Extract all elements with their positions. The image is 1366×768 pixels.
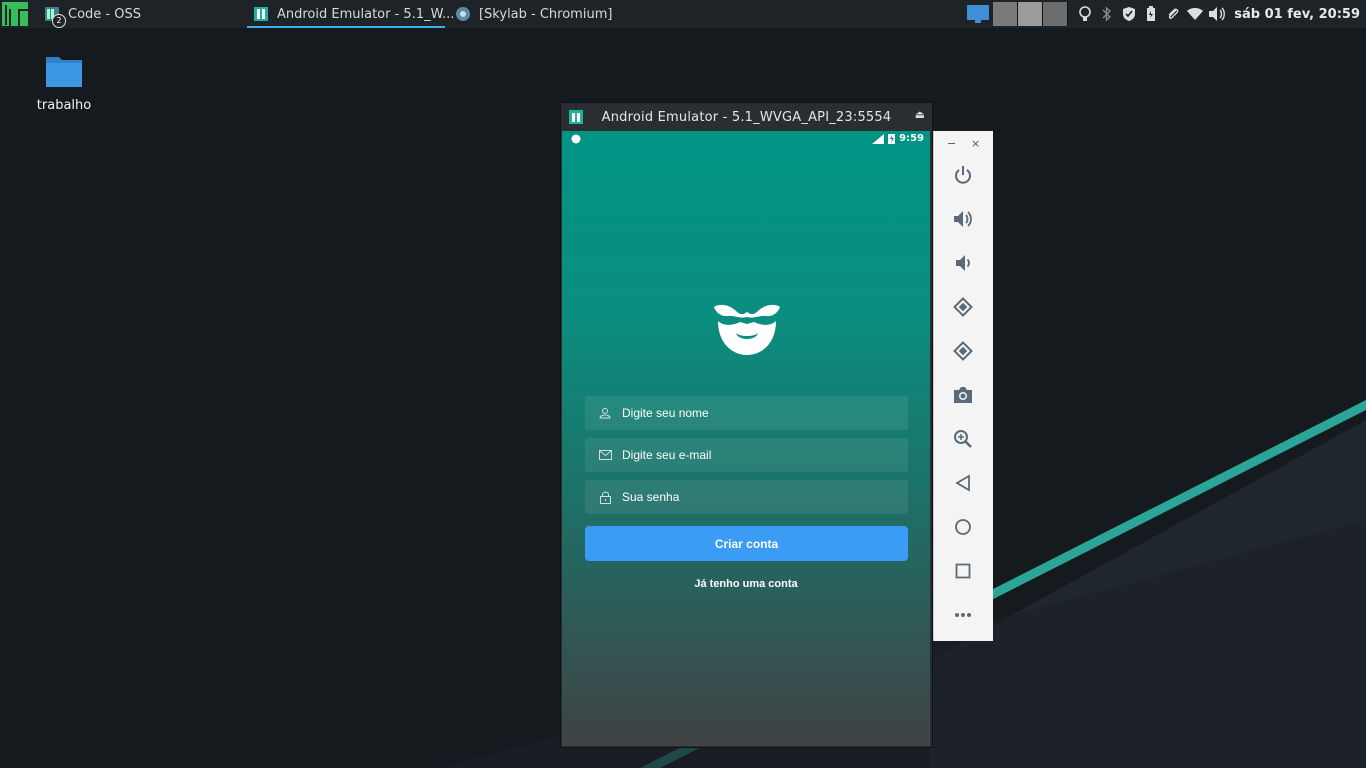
code-oss-icon: 2 (44, 6, 66, 28)
emulator-window: Android Emulator - 5.1_WVGA_API_23:5554 … (560, 102, 933, 748)
task-badge: 2 (52, 14, 66, 28)
task-label: [Skylab - Chromium] (478, 6, 613, 22)
battery-charging-icon (888, 134, 896, 144)
email-input[interactable] (622, 448, 872, 462)
back-icon (955, 474, 970, 492)
overview-icon (955, 563, 971, 579)
name-input[interactable] (622, 406, 872, 420)
window-title: Android Emulator - 5.1_WVGA_API_23:5554 (601, 109, 892, 125)
already-have-account-link[interactable]: Já tenho uma conta (562, 578, 930, 590)
clock[interactable]: sáb 01 fev, 20:59 (1228, 7, 1366, 22)
task-label: Code - OSS (68, 6, 141, 22)
lock-icon (598, 490, 612, 504)
volume-icon[interactable] (1206, 0, 1228, 28)
more-options-button[interactable] (951, 603, 975, 627)
workspace-pager[interactable] (993, 2, 1069, 26)
minimize-button[interactable]: − (947, 137, 956, 150)
android-screen: 9:59 Criar conta Já tenh (562, 131, 930, 746)
folder-icon (46, 57, 82, 87)
power-button[interactable] (951, 163, 975, 187)
clipboard-icon[interactable] (1162, 0, 1184, 28)
workspace-2[interactable] (1018, 2, 1044, 26)
task-chromium[interactable]: [Skylab - Chromium] (449, 0, 618, 28)
taskbar: 2 Code - OSS Android Emulator - 5.1_W...… (0, 0, 1366, 28)
task-code-oss[interactable]: 2 Code - OSS (38, 0, 147, 28)
desktop-folder-trabalho[interactable]: trabalho (28, 54, 100, 113)
email-field[interactable] (585, 438, 908, 472)
volume-down-button[interactable] (951, 251, 975, 275)
password-field[interactable] (585, 480, 908, 514)
rotate-right-icon (953, 341, 973, 361)
home-icon (955, 519, 971, 535)
close-button[interactable]: × (971, 137, 980, 150)
rotate-right-button[interactable] (951, 339, 975, 363)
chromium-icon (455, 6, 471, 22)
power-icon (955, 166, 971, 184)
workspace-3[interactable] (1043, 2, 1069, 26)
bluetooth-icon[interactable] (1096, 0, 1118, 28)
battery-icon[interactable] (1140, 0, 1162, 28)
volume-down-icon (956, 255, 970, 271)
shield-icon[interactable] (1118, 0, 1140, 28)
application-menu-button[interactable] (0, 0, 30, 28)
emulator-toolbar: − × (933, 131, 993, 641)
android-notification-icon (571, 134, 581, 147)
workspace-1[interactable] (993, 2, 1019, 26)
zoom-icon (954, 430, 972, 448)
task-android-emulator[interactable]: Android Emulator - 5.1_W... (246, 0, 454, 28)
password-input[interactable] (622, 490, 872, 504)
back-button[interactable] (951, 471, 975, 495)
volume-up-button[interactable] (951, 207, 975, 231)
mail-icon (598, 448, 612, 462)
user-icon (598, 406, 612, 420)
android-status-bar: 9:59 (562, 131, 930, 149)
desktop-icon-label: trabalho (36, 98, 92, 113)
camera-icon (954, 387, 972, 403)
name-field[interactable] (585, 396, 908, 430)
emulator-titlebar[interactable]: Android Emulator - 5.1_WVGA_API_23:5554 … (561, 103, 932, 131)
create-account-button[interactable]: Criar conta (585, 526, 908, 561)
volume-up-icon (954, 211, 972, 227)
wifi-icon[interactable] (1184, 0, 1206, 28)
more-icon (955, 613, 971, 617)
android-clock: 9:59 (899, 133, 924, 144)
manjaro-logo-icon (2, 2, 28, 26)
mustache-beard-logo (714, 304, 780, 355)
eject-icon[interactable]: ⏏ (915, 108, 925, 121)
rotate-left-icon (953, 297, 973, 317)
signal-icon (872, 133, 885, 144)
home-button[interactable] (951, 515, 975, 539)
screenshot-button[interactable] (951, 383, 975, 407)
task-label: Android Emulator - 5.1_W... (276, 6, 455, 22)
monitor-icon (967, 5, 990, 23)
zoom-button[interactable] (951, 427, 975, 451)
rotate-left-button[interactable] (951, 295, 975, 319)
system-tray: sáb 01 fev, 20:59 (963, 0, 1366, 28)
android-emulator-icon (253, 6, 269, 22)
lightbulb-icon[interactable] (1074, 0, 1096, 28)
overview-button[interactable] (951, 559, 975, 583)
show-desktop-button[interactable] (963, 0, 993, 28)
